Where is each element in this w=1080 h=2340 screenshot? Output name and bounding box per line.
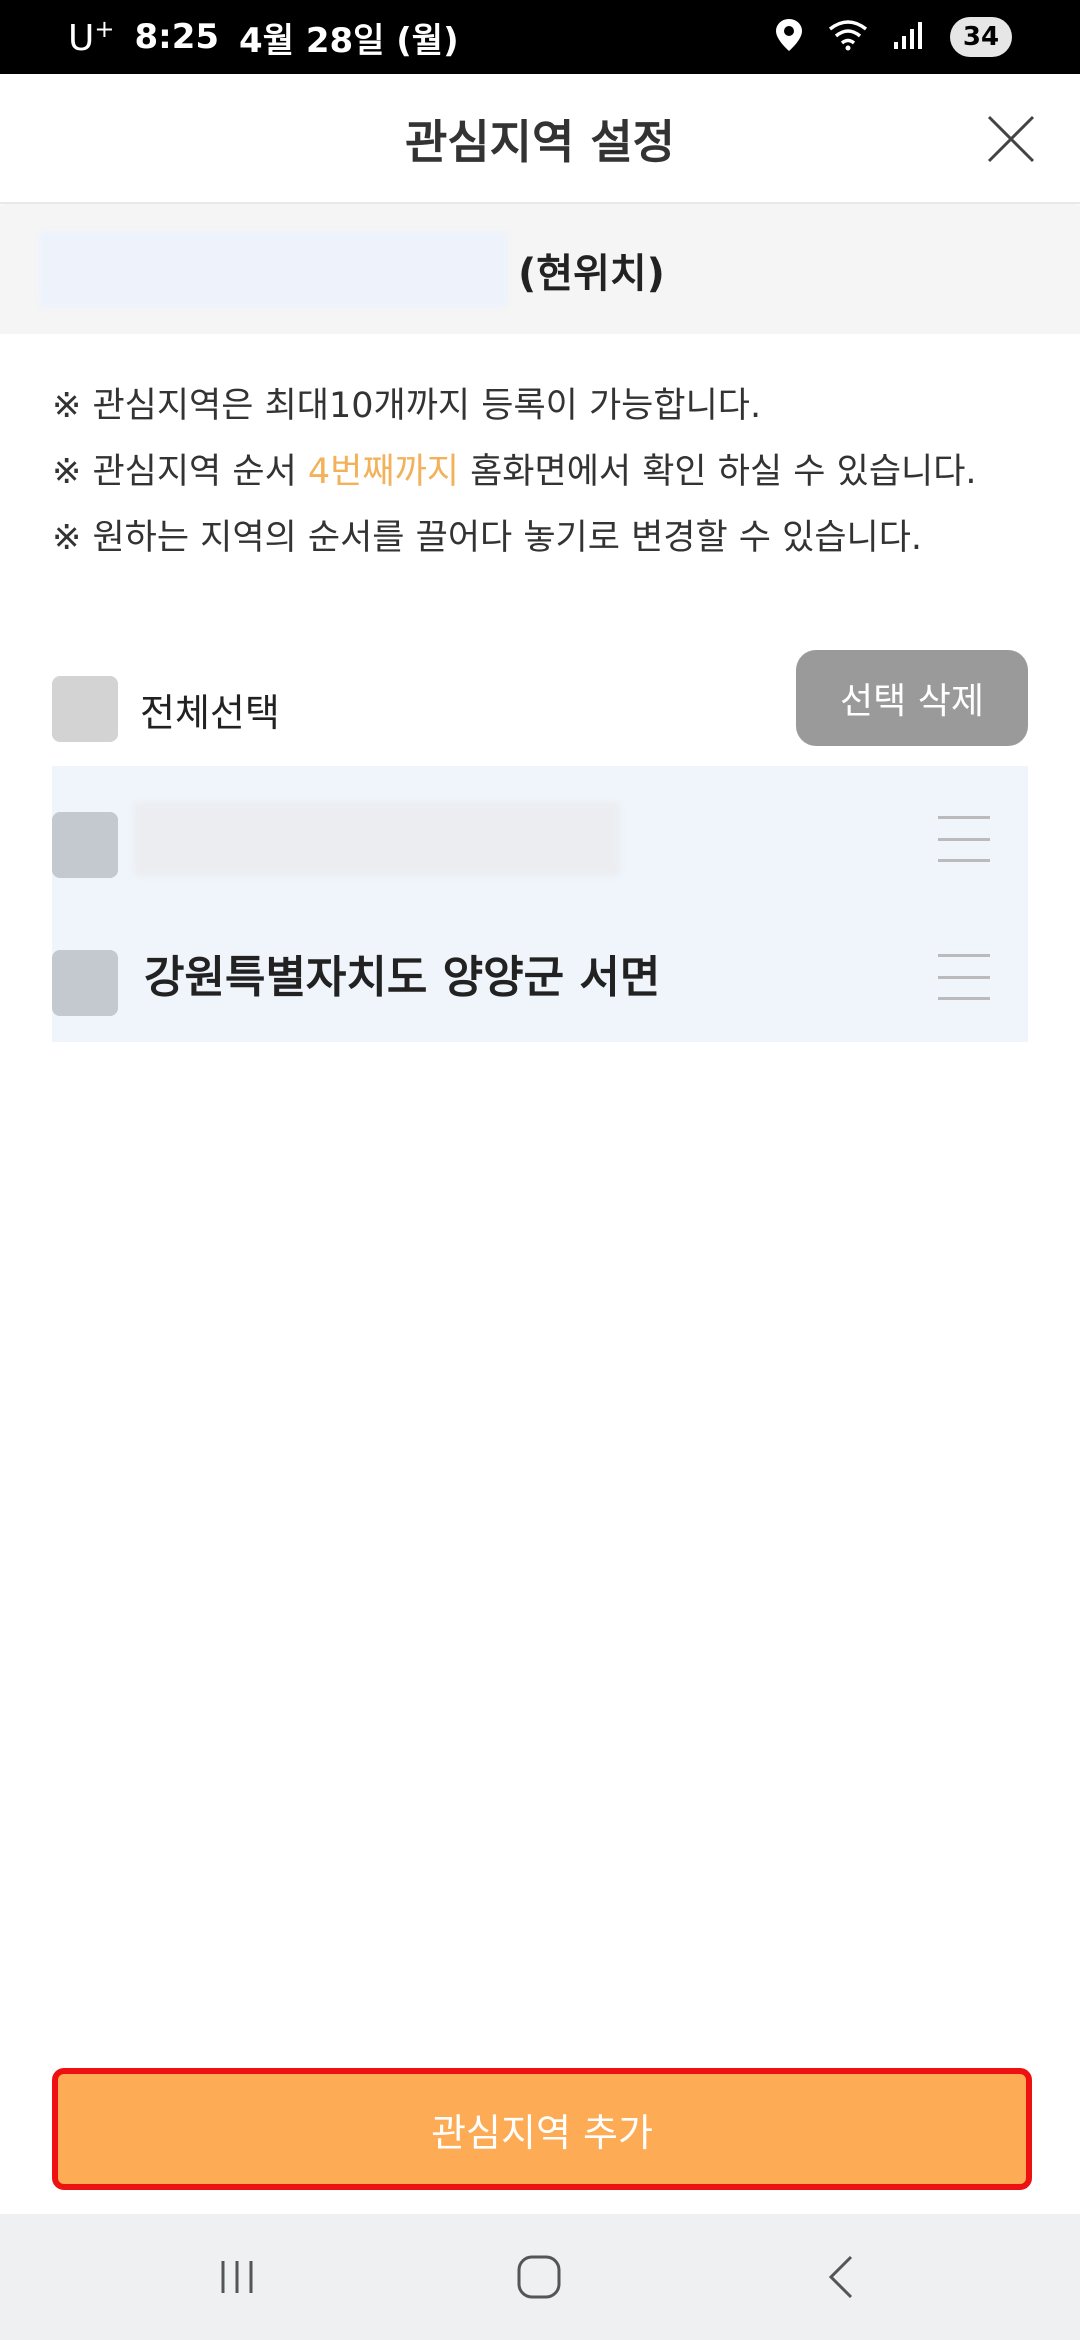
notice-drag-reorder: ※ 원하는 지역의 순서를 끌어다 놓기로 변경할 수 있습니다. [52, 518, 923, 558]
wifi-icon [828, 19, 868, 55]
notice-max-regions: ※ 관심지역은 최대10개까지 등록이 가능합니다. [52, 386, 762, 426]
list-item[interactable]: 강원특별자치도 양양군 서면 [52, 904, 1028, 1042]
notice-home-order-prefix: ※ 관심지역 순서 [52, 452, 308, 492]
select-all-row: 전체선택 선택 삭제 [52, 650, 1028, 750]
location-pin-icon [774, 17, 804, 57]
notice-list: ※ 관심지역은 최대10개까지 등록이 가능합니다. ※ 관심지역 순서 4번째… [52, 380, 1042, 578]
back-button[interactable] [796, 2242, 886, 2312]
region-name: 강원특별자치도 양양군 서면 [144, 952, 661, 1003]
notice-home-order-suffix: 홈화면에서 확인 하실 수 있습니다. [458, 452, 977, 492]
notice-home-order-highlight: 4번째까지 [307, 452, 459, 492]
region-list: 강원특별자치도 양양군 서면 [52, 766, 1028, 1042]
page-title: 관심지역 설정 [405, 115, 675, 169]
navigation-bar [0, 2214, 1080, 2340]
list-item[interactable] [52, 766, 1028, 904]
add-region-button[interactable]: 관심지역 추가 [52, 2068, 1032, 2190]
close-button[interactable] [978, 106, 1044, 172]
header: 관심지역 설정 [0, 74, 1080, 204]
select-all-label[interactable]: 전체선택 [140, 676, 280, 742]
drag-handle-icon[interactable] [938, 816, 990, 862]
current-location-row: (현위치) [0, 206, 1080, 334]
carrier-name: U [68, 18, 95, 59]
status-bar: U+ 8:25 4월 28일 (월) 34 [0, 0, 1080, 74]
delete-selected-button[interactable]: 선택 삭제 [796, 650, 1028, 746]
status-right: 34 [774, 0, 1012, 74]
home-icon [517, 2255, 561, 2299]
recent-apps-icon [221, 2261, 253, 2293]
notice-home-order: ※ 관심지역 순서 4번째까지 홈화면에서 확인 하실 수 있습니다. [52, 446, 1042, 498]
carrier-plus: + [94, 15, 115, 43]
drag-handle-icon[interactable] [938, 954, 990, 1000]
select-all-checkbox[interactable] [52, 676, 118, 742]
current-location-label: (현위치) [518, 251, 665, 297]
region-checkbox[interactable] [52, 950, 118, 1016]
status-left: U+ 8:25 4월 28일 (월) [68, 0, 459, 74]
status-date: 4월 28일 (월) [239, 20, 459, 61]
battery-indicator: 34 [950, 17, 1012, 57]
carrier-label: U+ [68, 15, 114, 59]
screen: U+ 8:25 4월 28일 (월) 34 관심지역 설정 (현위치) ※ 관심… [0, 0, 1080, 2340]
home-button[interactable] [494, 2242, 584, 2312]
region-checkbox[interactable] [52, 812, 118, 878]
back-icon [828, 2255, 853, 2299]
region-name-redacted [134, 802, 620, 876]
signal-icon [892, 20, 926, 54]
recent-apps-button[interactable] [192, 2242, 282, 2312]
close-icon [987, 115, 1035, 163]
status-time: 8:25 [134, 17, 220, 57]
current-location-address-redacted [38, 230, 508, 308]
